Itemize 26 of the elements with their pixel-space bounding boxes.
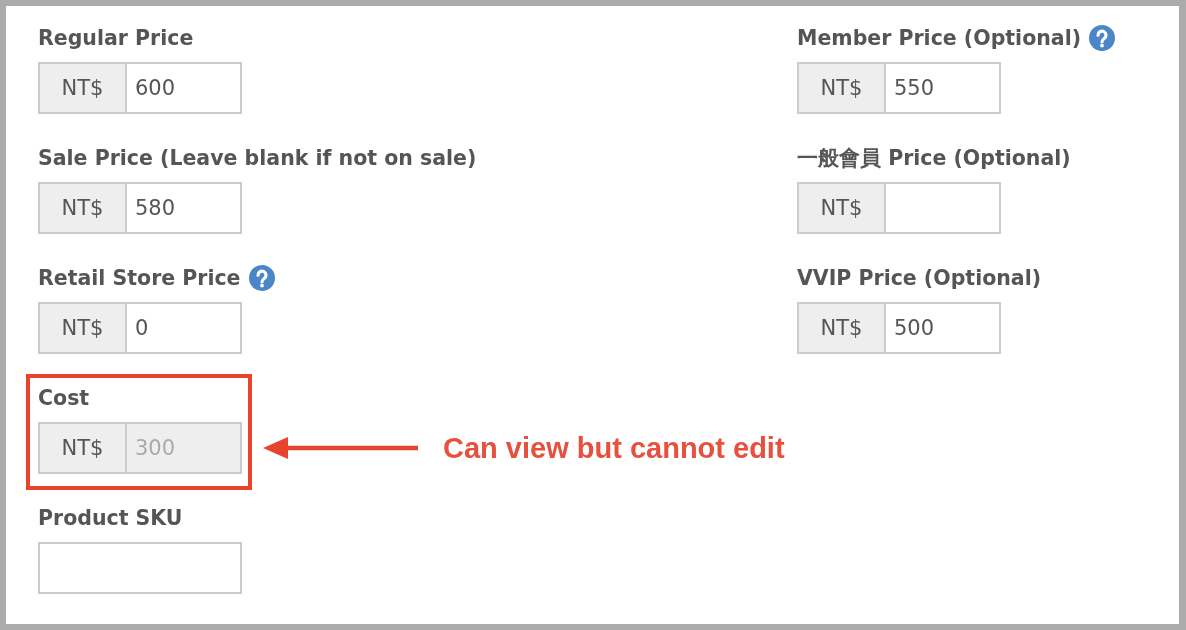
price-input[interactable] [886,182,1001,234]
currency-addon: NT$ [797,302,886,354]
help-icon[interactable] [1089,25,1116,51]
text-input[interactable] [38,542,242,594]
price-input[interactable]: 550 [886,62,1001,114]
field-label: Regular Price [38,25,194,51]
currency-addon: NT$ [38,422,127,474]
currency-addon: NT$ [38,302,127,354]
field-label: 一般會員 Price (Optional) [797,145,1071,171]
annotation-text: Can view but cannot edit [443,431,785,465]
field-label: Product SKU [38,505,183,531]
currency-addon: NT$ [38,182,127,234]
field-label: Retail Store Price [38,265,241,291]
field-label: VVIP Price (Optional) [797,265,1042,291]
field-label: Sale Price (Leave blank if not on sale) [38,145,477,171]
price-input[interactable]: 600 [127,62,242,114]
currency-addon: NT$ [797,62,886,114]
currency-addon: NT$ [797,182,886,234]
arrow-icon [263,436,418,460]
currency-addon: NT$ [38,62,127,114]
field-label: Member Price (Optional) [797,25,1082,51]
price-input[interactable]: 0 [127,302,242,354]
price-input[interactable]: 500 [886,302,1001,354]
field-label: Cost [38,385,90,411]
help-icon[interactable] [248,265,275,291]
price-input[interactable]: 580 [127,182,242,234]
